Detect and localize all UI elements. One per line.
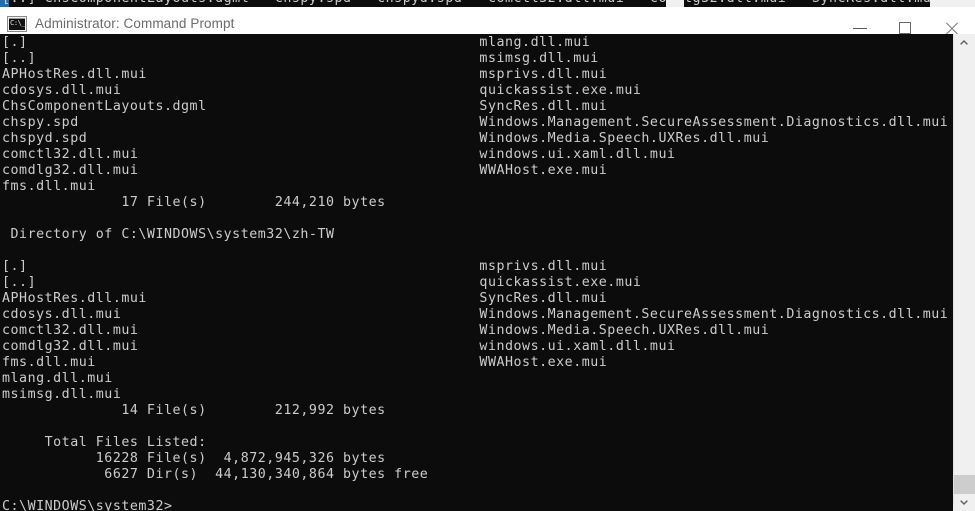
minimize-icon xyxy=(853,28,867,29)
maximize-icon xyxy=(899,22,911,34)
scrollbar-track-upper[interactable] xyxy=(954,51,975,475)
top-bleed-gap-b xyxy=(930,0,975,7)
window-titlebar[interactable]: C:\_ Administrator: Command Prompt xyxy=(0,7,975,41)
scroll-up-button[interactable] xyxy=(954,34,975,51)
console-output-area[interactable]: [.] mlang.dll.mui [..] msimsg.dll.mui AP… xyxy=(0,34,953,511)
command-prompt-icon-glyph: C:\_ xyxy=(10,19,26,27)
window-title: Administrator: Command Prompt xyxy=(35,16,235,31)
vertical-scrollbar[interactable] xyxy=(953,34,975,511)
top-bleed-gap-a xyxy=(666,0,684,7)
top-bleed-strip: [..] ChsComponentLayouts.dgml chspy.spd … xyxy=(0,0,975,7)
command-prompt-icon: C:\_ xyxy=(7,16,27,32)
command-prompt-icon-titlebar xyxy=(9,17,25,19)
console-text: [.] mlang.dll.mui [..] msimsg.dll.mui AP… xyxy=(2,35,949,511)
top-bleed-text: [..] ChsComponentLayouts.dgml chspy.spd … xyxy=(2,0,940,7)
scrollbar-thumb[interactable] xyxy=(954,475,975,494)
chevron-up-icon xyxy=(960,40,968,45)
scrollbar-corner xyxy=(953,505,975,511)
